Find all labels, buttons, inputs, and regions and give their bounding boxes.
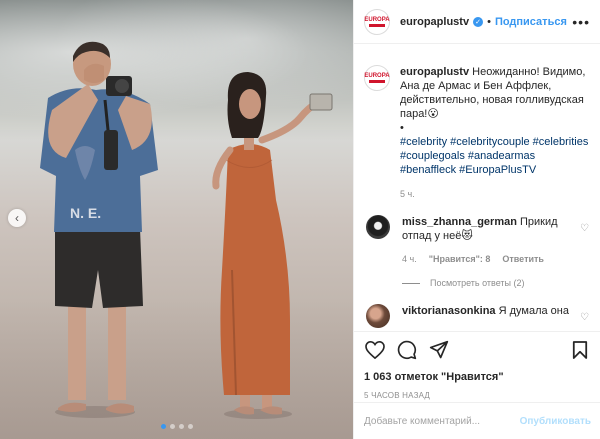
woman-figure [212, 72, 333, 419]
comment-likes[interactable]: "Нравится": 8 [429, 254, 491, 264]
man-figure: N. E. [40, 41, 158, 418]
share-icon[interactable] [428, 339, 450, 361]
carousel-prev-button[interactable]: ‹ [8, 209, 26, 227]
view-replies-label: Посмотреть ответы (2) [430, 278, 525, 288]
carousel-dot [160, 424, 166, 429]
follow-button[interactable]: Подписаться [495, 16, 567, 28]
post-photo[interactable]: N. E. ‹ [0, 0, 353, 439]
avatar[interactable] [366, 304, 390, 328]
likes-count[interactable]: 1 063 отметок "Нравится" [364, 371, 591, 383]
caption-bullet: • [400, 122, 404, 134]
separator: • [487, 15, 491, 28]
avatar[interactable]: EUROPA [364, 8, 390, 35]
comment-meta: 4 ч. "Нравится": 8 Ответить [402, 254, 591, 264]
post-actions: 1 063 отметок "Нравится" 5 ЧАСОВ НАЗАД [354, 331, 600, 400]
comments-list[interactable]: EUROPA europaplustv Неожиданно! Видимо, … [354, 45, 600, 331]
caption-username[interactable]: europaplustv [400, 66, 469, 78]
avatar[interactable] [366, 215, 390, 239]
svg-text:N. E.: N. E. [70, 205, 101, 221]
carousel-dot [169, 424, 175, 429]
post-header: EUROPA europaplustv ✓ • Подписаться ••• [354, 0, 600, 44]
add-comment-bar: Добавьте комментарий... Опубликовать [354, 402, 600, 439]
carousel-dot [187, 424, 193, 429]
comment-item: viktorianasonkina Я думала она ♡ [364, 304, 591, 328]
like-heart-icon[interactable] [364, 339, 386, 361]
comment-item: miss_zhanna_german Прикид отпад у неё😻 ♡ [364, 215, 591, 243]
post-sidebar: EUROPA europaplustv ✓ • Подписаться ••• … [353, 0, 600, 439]
heart-icon[interactable]: ♡ [580, 312, 589, 323]
divider [402, 282, 420, 284]
caption-text: europaplustv Неожиданно! Видимо, Ана де … [400, 65, 590, 177]
caption-hashtags[interactable]: #celebrity #celebritycouple #celebrities… [400, 136, 588, 176]
comment-body: Я думала она [498, 305, 569, 317]
caption-time[interactable]: 5 ч. [400, 189, 591, 199]
logo-text: EUROPA [364, 16, 390, 23]
reply-button[interactable]: Ответить [502, 254, 544, 264]
photo-illustration: N. E. [40, 41, 333, 419]
caption: EUROPA europaplustv Неожиданно! Видимо, … [364, 65, 591, 177]
comment-icon[interactable] [396, 339, 418, 361]
more-options-icon[interactable]: ••• [572, 14, 590, 30]
avatar[interactable]: EUROPA [364, 65, 390, 91]
comment-username[interactable]: miss_zhanna_german [402, 216, 517, 228]
heart-icon[interactable]: ♡ [580, 223, 589, 234]
bookmark-icon[interactable] [569, 339, 591, 361]
verified-badge-icon: ✓ [473, 16, 484, 27]
publish-button[interactable]: Опубликовать [520, 416, 591, 427]
chevron-left-icon: ‹ [15, 211, 19, 225]
comment-username[interactable]: viktorianasonkina [402, 305, 496, 317]
comment-text: viktorianasonkina Я думала она [402, 304, 572, 328]
comment-input[interactable]: Добавьте комментарий... [364, 416, 480, 427]
carousel-dot [178, 424, 184, 429]
carousel-dots [0, 424, 353, 429]
view-replies-button[interactable]: Посмотреть ответы (2) [402, 278, 591, 288]
username-link[interactable]: europaplustv [400, 16, 469, 28]
comment-time[interactable]: 4 ч. [402, 254, 417, 264]
comment-text: miss_zhanna_german Прикид отпад у неё😻 [402, 215, 572, 243]
post-timestamp[interactable]: 5 ЧАСОВ НАЗАД [364, 391, 591, 400]
action-icons [364, 338, 591, 362]
